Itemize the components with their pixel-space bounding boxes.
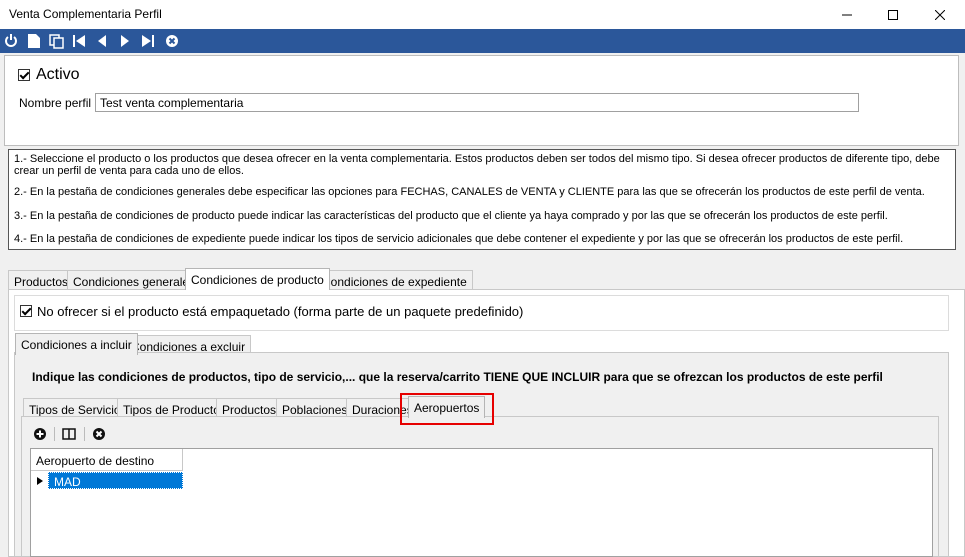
column-header-aeropuerto-destino[interactable]: Aeropuerto de destino [31,449,183,471]
window-title: Venta Complementaria Perfil [9,7,162,21]
minimize-button[interactable] [824,0,870,29]
tab-tipos-servicio[interactable]: Tipos de Servicio [23,398,127,418]
instruction-3: 3.- En la pestaña de condiciones de prod… [14,210,888,222]
copy-icon[interactable] [48,33,64,49]
tab-poblaciones[interactable]: Poblaciones [276,398,354,418]
last-record-icon[interactable] [140,33,156,49]
instruction-1: 1.- Seleccione el producto o los product… [14,153,940,177]
close-icon [935,9,945,20]
maximize-button[interactable] [870,0,916,29]
first-record-icon[interactable] [71,33,87,49]
tab-tipos-producto[interactable]: Tipos de Producto [117,398,226,418]
add-icon[interactable] [33,427,49,443]
previous-record-icon[interactable] [94,33,110,49]
instruction-2: 2.- En la pestaña de condiciones general… [14,186,925,198]
maximize-icon [888,9,898,20]
no-ofrecer-label: No ofrecer si el producto está empaqueta… [37,304,524,319]
nombre-perfil-input[interactable]: Test venta complementaria [95,93,859,112]
cancel-icon[interactable] [164,33,180,49]
tab-productos-cond[interactable]: Productos [216,398,283,418]
minimize-icon [842,14,852,15]
no-ofrecer-checkbox[interactable] [20,305,32,317]
toolbar-divider [84,427,85,441]
grid-cell[interactable]: MAD [48,472,183,489]
include-header: Indique las condiciones de productos, ti… [32,370,883,384]
highlight-box [400,393,494,425]
title-bar: Venta Complementaria Perfil [0,0,965,29]
instructions-box: 1.- Seleccione el producto o los product… [8,149,956,250]
delete-icon[interactable] [92,427,108,443]
nombre-perfil-value: Test venta complementaria [100,96,244,110]
nombre-perfil-label: Nombre perfil [19,96,92,110]
power-icon[interactable] [3,33,19,49]
close-button[interactable] [917,0,963,29]
instruction-4: 4.- En la pestaña de condiciones de expe… [14,233,904,245]
columns-icon[interactable] [62,427,78,443]
main-toolbar [0,29,965,53]
tab-productos[interactable]: Productos [8,270,75,290]
tab-condiciones-generales[interactable]: Condiciones generales [67,270,202,290]
activo-label: Activo [36,66,80,83]
toolbar-divider [54,427,55,441]
tab-condiciones-expediente[interactable]: Condiciones de expediente [316,270,473,290]
tab-condiciones-incluir[interactable]: Condiciones a incluir [15,333,138,355]
activo-checkbox[interactable] [18,69,30,81]
tab-condiciones-producto[interactable]: Condiciones de producto [185,268,330,290]
new-document-icon[interactable] [26,33,42,49]
row-indicator-icon [31,472,48,489]
next-record-icon[interactable] [117,33,133,49]
